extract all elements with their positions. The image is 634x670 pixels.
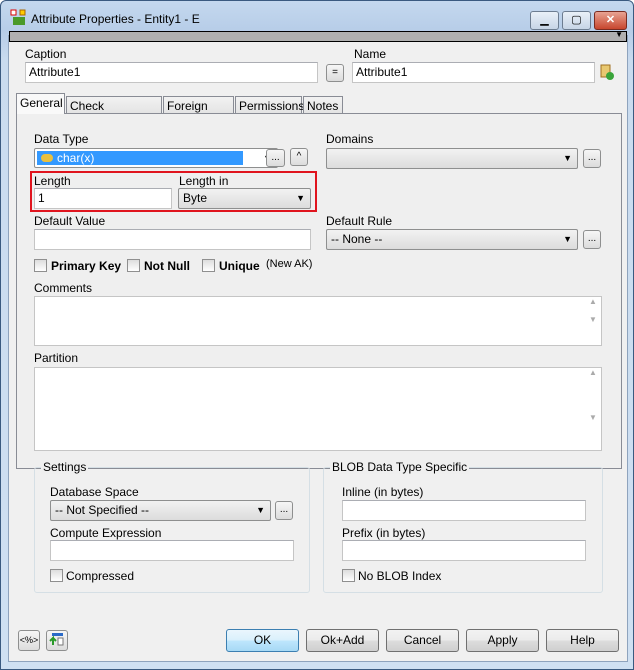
database-space-label: Database Space bbox=[50, 485, 139, 499]
name-check-icon[interactable] bbox=[599, 63, 615, 81]
toolbar-strip[interactable]: ▼ bbox=[9, 30, 627, 42]
compressed-checkbox[interactable] bbox=[50, 569, 63, 582]
datatype-icon bbox=[41, 154, 53, 162]
no-blob-index-label: No BLOB Index bbox=[358, 569, 442, 583]
not-null-checkbox[interactable] bbox=[127, 259, 140, 272]
chevron-down-icon: ▼ bbox=[563, 153, 572, 163]
transfer-button[interactable] bbox=[46, 630, 68, 651]
primary-key-label: Primary Key bbox=[51, 259, 122, 273]
default-rule-more-button[interactable]: ... bbox=[583, 230, 601, 249]
database-space-more-button[interactable]: ... bbox=[275, 501, 293, 520]
compute-expression-label: Compute Expression bbox=[50, 526, 162, 540]
inline-input[interactable] bbox=[342, 500, 586, 521]
unique-checkbox[interactable] bbox=[202, 259, 215, 272]
dropdown-arrow-icon: ▼ bbox=[615, 30, 623, 39]
comments-textarea[interactable]: ▲ ▼ bbox=[34, 296, 602, 346]
partition-textarea[interactable]: ▲ ▼ bbox=[34, 367, 602, 451]
default-value-input[interactable] bbox=[34, 229, 311, 250]
caption-input[interactable]: Attribute1 bbox=[25, 62, 318, 83]
minimize-button[interactable]: ▁ bbox=[530, 11, 559, 30]
prefix-input[interactable] bbox=[342, 540, 586, 561]
length-label: Length bbox=[34, 174, 71, 188]
domains-more-button[interactable]: ... bbox=[583, 149, 601, 168]
comments-label: Comments bbox=[34, 281, 93, 295]
primary-key-checkbox[interactable] bbox=[34, 259, 47, 272]
blob-title: BLOB Data Type Specific bbox=[330, 460, 470, 474]
ok-add-button[interactable]: Ok+Add bbox=[306, 629, 379, 652]
database-space-value: -- Not Specified -- bbox=[55, 503, 150, 517]
tab-foreign-keys[interactable]: Foreign Keys bbox=[163, 96, 234, 127]
compressed-label: Compressed bbox=[66, 569, 135, 583]
settings-title: Settings bbox=[41, 460, 89, 474]
settings-group: Settings Database Space -- Not Specified… bbox=[34, 460, 310, 593]
data-type-up-button[interactable]: ^ bbox=[290, 148, 308, 166]
tab-notes[interactable]: Notes bbox=[303, 96, 343, 114]
partition-label: Partition bbox=[34, 351, 79, 365]
cancel-button[interactable]: Cancel bbox=[386, 629, 459, 652]
maximize-button[interactable]: ▢ bbox=[562, 11, 591, 30]
tab-check-constraints[interactable]: Check Constraints bbox=[66, 96, 162, 127]
unique-label: Unique bbox=[219, 259, 260, 273]
compute-expression-input[interactable] bbox=[50, 540, 294, 561]
name-label: Name bbox=[354, 47, 387, 61]
scrollbar[interactable]: ▲ ▼ bbox=[585, 368, 601, 450]
chevron-down-icon: ▼ bbox=[296, 193, 305, 203]
close-button[interactable]: ✕ bbox=[594, 11, 627, 30]
apply-button[interactable]: Apply bbox=[466, 629, 539, 652]
app-icon bbox=[10, 9, 26, 25]
ok-button[interactable]: OK bbox=[226, 629, 299, 652]
window-title: Attribute Properties - Entity1 - E bbox=[31, 12, 200, 26]
default-value-label: Default Value bbox=[34, 214, 106, 228]
not-null-label: Not Null bbox=[144, 259, 190, 273]
scrollbar[interactable]: ▲ ▼ bbox=[585, 297, 601, 345]
length-in-value: Byte bbox=[183, 191, 208, 205]
name-input[interactable]: Attribute1 bbox=[352, 62, 595, 83]
default-rule-value: -- None -- bbox=[331, 232, 383, 246]
length-in-label: Length in bbox=[179, 174, 229, 188]
dialog-window: Attribute Properties - Entity1 - E ▁ ▢ ✕… bbox=[0, 0, 634, 670]
no-blob-index-checkbox[interactable] bbox=[342, 569, 355, 582]
data-type-value: char(x) bbox=[37, 151, 243, 165]
chevron-down-icon: ▼ bbox=[256, 505, 265, 515]
prefix-label: Prefix (in bytes) bbox=[342, 526, 426, 540]
blob-group: BLOB Data Type Specific Inline (in bytes… bbox=[323, 460, 603, 593]
macro-button[interactable]: <%> bbox=[18, 630, 40, 651]
length-input[interactable]: 1 bbox=[34, 188, 172, 209]
default-rule-select[interactable]: -- None -- ▼ bbox=[326, 229, 578, 250]
database-space-select[interactable]: -- Not Specified -- ▼ bbox=[50, 500, 271, 521]
data-type-select[interactable]: char(x) ▼ bbox=[34, 148, 278, 168]
default-rule-label: Default Rule bbox=[326, 214, 393, 228]
domains-label: Domains bbox=[326, 132, 374, 146]
data-type-label: Data Type bbox=[34, 132, 89, 146]
equal-button[interactable]: = bbox=[326, 64, 344, 82]
transfer-icon bbox=[49, 633, 64, 646]
new-ak-label: (New AK) bbox=[266, 258, 313, 270]
help-button[interactable]: Help bbox=[546, 629, 619, 652]
general-tab-panel: Data Type char(x) ▼ ... ^ Domains ▼ ... … bbox=[16, 113, 622, 469]
caption-label: Caption bbox=[25, 47, 67, 61]
domains-select[interactable]: ▼ bbox=[326, 148, 578, 169]
tab-general[interactable]: General bbox=[16, 93, 65, 114]
tab-permissions[interactable]: Permissions bbox=[235, 96, 304, 114]
length-in-select[interactable]: Byte ▼ bbox=[178, 188, 311, 209]
data-type-more-button[interactable]: ... bbox=[266, 149, 285, 167]
inline-label: Inline (in bytes) bbox=[342, 485, 424, 499]
chevron-down-icon: ▼ bbox=[563, 234, 572, 244]
